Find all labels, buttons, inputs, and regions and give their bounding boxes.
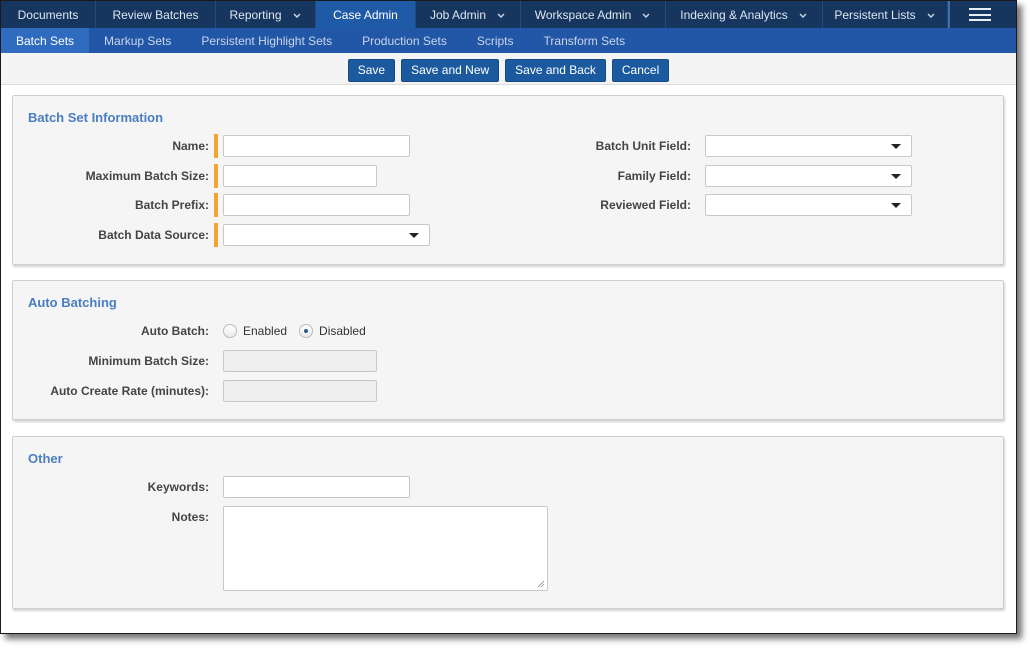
batch-prefix-label: Batch Prefix: — [134, 198, 209, 212]
auto-batch-label: Auto Batch: — [141, 324, 209, 338]
family-field-label: Family Field: — [617, 169, 691, 183]
batch-data-source-row: Batch Data Source: — [13, 223, 430, 247]
tab-label: Reporting — [229, 7, 282, 22]
save-button[interactable]: Save — [347, 58, 396, 82]
min-batch-size-input[interactable] — [223, 350, 377, 372]
enabled-radio[interactable] — [223, 324, 237, 338]
batch-data-source-select[interactable] — [223, 224, 430, 246]
auto-create-rate-label: Auto Create Rate (minutes): — [50, 384, 209, 398]
tab-workspace-admin[interactable]: Workspace Admin — [521, 1, 666, 28]
family-field-select[interactable] — [705, 165, 912, 187]
hamburger-menu-icon — [969, 8, 991, 21]
required-marker — [214, 134, 218, 158]
auto-create-rate-input[interactable] — [223, 380, 377, 402]
batch-data-source-label: Batch Data Source: — [98, 228, 209, 242]
tab-label: Review Batches — [112, 7, 199, 22]
batch-prefix-row: Batch Prefix: — [13, 193, 410, 217]
max-batch-size-row: Maximum Batch Size: — [13, 164, 377, 188]
app-window: Documents Review Batches Reporting Case … — [0, 0, 1017, 634]
top-nav: Documents Review Batches Reporting Case … — [1, 1, 1016, 28]
auto-create-rate-row: Auto Create Rate (minutes): — [13, 380, 377, 402]
subtab-transform-sets[interactable]: Transform Sets — [529, 28, 641, 53]
save-and-back-button[interactable]: Save and Back — [505, 58, 606, 82]
enabled-radio-label[interactable]: Enabled — [243, 324, 287, 338]
chevron-down-icon — [798, 10, 808, 20]
chevron-down-icon — [292, 10, 302, 20]
name-input[interactable] — [223, 135, 410, 157]
subtab-production-sets[interactable]: Production Sets — [347, 28, 462, 53]
family-field-row: Family Field: — [573, 165, 912, 187]
min-batch-size-row: Minimum Batch Size: — [13, 350, 377, 372]
sub-nav: Batch Sets Markup Sets Persistent Highli… — [1, 28, 1016, 53]
dropdown-caret-icon — [891, 203, 901, 208]
batch-prefix-input[interactable] — [223, 194, 410, 216]
tab-persistent-lists[interactable]: Persistent Lists — [823, 1, 948, 28]
subtab-scripts[interactable]: Scripts — [462, 28, 529, 53]
action-toolbar: Save Save and New Save and Back Cancel — [1, 53, 1016, 85]
required-marker — [214, 164, 218, 188]
section-title: Batch Set Information — [28, 110, 164, 125]
required-marker — [214, 223, 218, 247]
notes-row: Notes: — [13, 506, 548, 592]
keywords-row: Keywords: — [13, 476, 410, 498]
tab-label: Workspace Admin — [534, 7, 632, 22]
dropdown-caret-icon — [409, 233, 419, 238]
max-batch-size-label: Maximum Batch Size: — [85, 169, 209, 183]
chevron-down-icon — [496, 10, 506, 20]
tab-case-admin[interactable]: Case Admin — [316, 1, 416, 28]
notes-label: Notes: — [171, 510, 209, 524]
tab-job-admin[interactable]: Job Admin — [416, 1, 521, 28]
reviewed-field-select[interactable] — [705, 194, 912, 216]
reviewed-field-label: Reviewed Field: — [600, 198, 691, 212]
keywords-label: Keywords: — [147, 480, 209, 494]
tab-label: Persistent Lists — [834, 7, 916, 22]
tab-documents[interactable]: Documents — [1, 1, 96, 28]
dropdown-caret-icon — [891, 174, 901, 179]
subtab-batch-sets[interactable]: Batch Sets — [1, 28, 90, 53]
max-batch-size-input[interactable] — [223, 165, 377, 187]
section-title: Other — [28, 451, 63, 466]
batch-unit-field-row: Batch Unit Field: — [573, 135, 912, 157]
reviewed-field-row: Reviewed Field: — [573, 194, 912, 216]
keywords-input[interactable] — [223, 476, 410, 498]
dropdown-caret-icon — [891, 144, 901, 149]
tab-reporting[interactable]: Reporting — [216, 1, 316, 28]
subtab-label: Scripts — [476, 33, 514, 48]
notes-textarea[interactable] — [223, 506, 548, 591]
required-marker — [214, 193, 218, 217]
tab-review-batches[interactable]: Review Batches — [96, 1, 216, 28]
batch-unit-field-label: Batch Unit Field: — [595, 139, 691, 153]
other-section: Other Keywords: Notes: — [12, 436, 1004, 609]
disabled-radio[interactable] — [299, 324, 314, 338]
cancel-button[interactable]: Cancel — [611, 58, 670, 82]
chevron-down-icon — [926, 10, 936, 20]
name-label: Name: — [172, 139, 209, 153]
subtab-persistent-highlight-sets[interactable]: Persistent Highlight Sets — [186, 28, 347, 53]
subtab-label: Production Sets — [362, 33, 447, 48]
tab-indexing-analytics[interactable]: Indexing & Analytics — [666, 1, 823, 28]
chevron-down-icon — [641, 10, 651, 20]
tab-label: Job Admin — [429, 7, 487, 22]
save-and-new-button[interactable]: Save and New — [401, 58, 500, 82]
tab-label: Case Admin — [333, 7, 398, 22]
subtab-label: Batch Sets — [16, 33, 75, 48]
auto-batch-radio-group: Enabled Disabled — [223, 324, 378, 338]
tab-label: Indexing & Analytics — [680, 7, 788, 22]
subtab-markup-sets[interactable]: Markup Sets — [89, 28, 186, 53]
section-title: Auto Batching — [28, 295, 117, 310]
auto-batch-row: Auto Batch: Enabled Disabled — [13, 320, 378, 342]
min-batch-size-label: Minimum Batch Size: — [88, 354, 209, 368]
disabled-radio-label[interactable]: Disabled — [319, 324, 366, 338]
main-menu-button[interactable] — [948, 1, 1010, 28]
batch-unit-field-select[interactable] — [705, 135, 912, 157]
auto-batching-section: Auto Batching Auto Batch: Enabled Disabl… — [12, 280, 1004, 420]
resize-grip-icon[interactable] — [537, 580, 545, 588]
subtab-label: Persistent Highlight Sets — [201, 33, 333, 48]
subtab-label: Markup Sets — [104, 33, 172, 48]
name-row: Name: — [13, 134, 410, 158]
tab-label: Documents — [17, 7, 79, 22]
subtab-label: Transform Sets — [543, 33, 626, 48]
batch-set-information-section: Batch Set Information Name: Maximum Batc… — [12, 95, 1004, 265]
